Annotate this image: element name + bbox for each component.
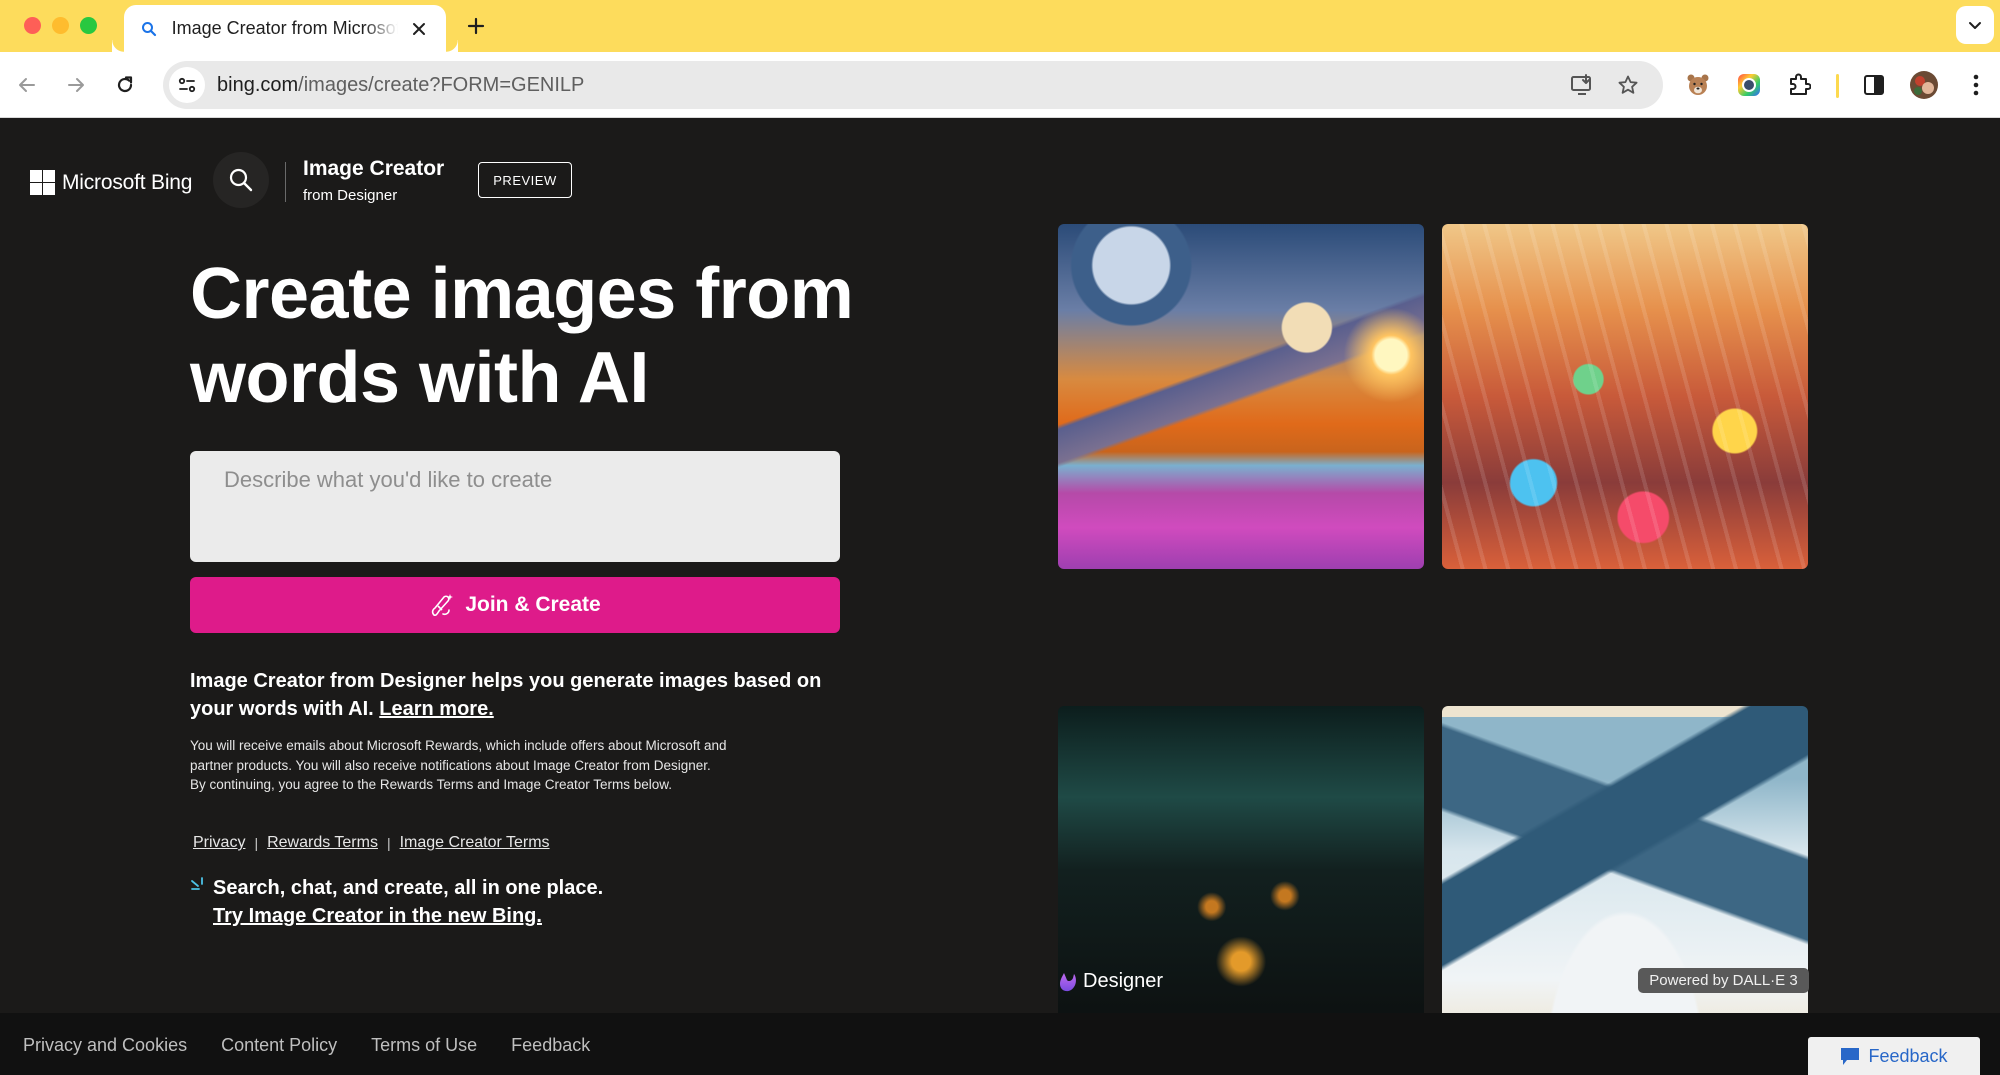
search-icon (229, 168, 253, 192)
product-subtitle: from Designer (303, 187, 398, 204)
profile-avatar[interactable] (1908, 69, 1940, 101)
url-text[interactable]: bing.com/images/create?FORM=GENILP (217, 74, 584, 97)
designer-label: Designer (1083, 970, 1164, 992)
footer-link-content-policy[interactable]: Content Policy (221, 1035, 337, 1056)
page-title: Create images from words with AI (190, 254, 854, 418)
search-icon (140, 20, 158, 38)
feedback-label: Feedback (1868, 1045, 1948, 1066)
designer-logo[interactable]: Designer (1058, 970, 1163, 993)
url-path: /images/create?FORM=GENILP (298, 73, 585, 96)
install-app-icon[interactable] (1567, 70, 1597, 100)
chevron-down-icon (1969, 22, 1981, 29)
close-tab-icon[interactable] (408, 18, 430, 40)
image-creator-terms-link[interactable]: Image Creator Terms (400, 834, 550, 852)
description: Image Creator from Designer helps you ge… (190, 667, 840, 723)
footer-link-privacy[interactable]: Privacy and Cookies (23, 1035, 187, 1056)
camera-extension-icon[interactable] (1733, 69, 1765, 101)
designer-icon (1060, 972, 1076, 991)
browser-toolbar: bing.com/images/create?FORM=GENILP (0, 52, 2000, 118)
footer-link-feedback[interactable]: Feedback (511, 1035, 590, 1056)
footer-link-terms[interactable]: Terms of Use (371, 1035, 477, 1056)
url-domain: bing.com (217, 73, 299, 96)
preview-badge: PREVIEW (478, 162, 572, 198)
description-text: Image Creator from Designer helps you ge… (190, 670, 822, 720)
product-name[interactable]: Image Creator (303, 157, 444, 181)
bookmark-star-icon[interactable] (1613, 70, 1643, 100)
link-separator: | (386, 835, 391, 851)
microsoft-bing-logo[interactable]: Microsoft Bing (30, 170, 192, 195)
paintbrush-sparkle-icon (429, 592, 455, 618)
tab-title: Image Creator from Microsoft Bing (171, 18, 399, 38)
tab-search-button[interactable] (1956, 6, 1994, 44)
extensions-puzzle-icon[interactable] (1783, 69, 1815, 101)
promo-text: Search, chat, and create, all in one pla… (213, 877, 604, 899)
privacy-link[interactable]: Privacy (193, 834, 245, 852)
more-menu-icon[interactable] (1960, 69, 1992, 101)
browser-tab-bar: Image Creator from Microsoft Bing (0, 0, 2000, 52)
try-new-bing-link[interactable]: Try Image Creator in the new Bing. (213, 905, 542, 928)
microsoft-logo-icon (30, 170, 55, 195)
bear-extension-icon[interactable] (1682, 69, 1714, 101)
close-window-button[interactable] (24, 17, 41, 34)
gallery-image-alien-landscape[interactable] (1058, 224, 1424, 569)
legal-links: Privacy | Rewards Terms | Image Creator … (193, 834, 550, 852)
back-icon[interactable] (12, 70, 42, 100)
join-and-create-button[interactable]: Join & Create (190, 577, 840, 633)
brand-name: Microsoft Bing (62, 170, 193, 194)
address-bar[interactable]: bing.com/images/create?FORM=GENILP (163, 61, 1663, 109)
site-info-icon[interactable] (169, 67, 205, 103)
new-tab-button[interactable] (462, 12, 490, 40)
link-separator: | (254, 835, 259, 851)
header-divider (285, 162, 286, 202)
footer: Privacy and Cookies Content Policy Terms… (0, 1013, 2000, 1075)
prompt-input[interactable] (190, 451, 840, 562)
create-button-label: Join & Create (465, 593, 601, 616)
feedback-button[interactable]: Feedback (1808, 1037, 1980, 1075)
maximize-window-button[interactable] (80, 17, 97, 34)
search-button[interactable] (213, 152, 269, 208)
powered-by-badge: Powered by DALL·E 3 (1638, 968, 1809, 993)
toolbar-divider (1836, 74, 1839, 98)
rewards-terms-link[interactable]: Rewards Terms (267, 834, 378, 852)
side-panel-icon[interactable] (1858, 69, 1890, 101)
footer-links: Privacy and Cookies Content Policy Terms… (23, 1035, 624, 1056)
browser-tab-active[interactable]: Image Creator from Microsoft Bing (124, 5, 458, 52)
minimize-window-button[interactable] (52, 17, 69, 34)
chat-bubble-icon (1841, 1048, 1860, 1065)
forward-icon[interactable] (61, 70, 91, 100)
sparkle-icon (190, 877, 206, 898)
reload-icon[interactable] (110, 70, 140, 100)
learn-more-link[interactable]: Learn more. (379, 698, 493, 720)
page-content: Microsoft Bing Image Creator from Design… (0, 118, 2000, 1071)
fine-print: You will receive emails about Microsoft … (190, 738, 727, 792)
gallery-image-candy-city[interactable] (1442, 224, 1808, 569)
